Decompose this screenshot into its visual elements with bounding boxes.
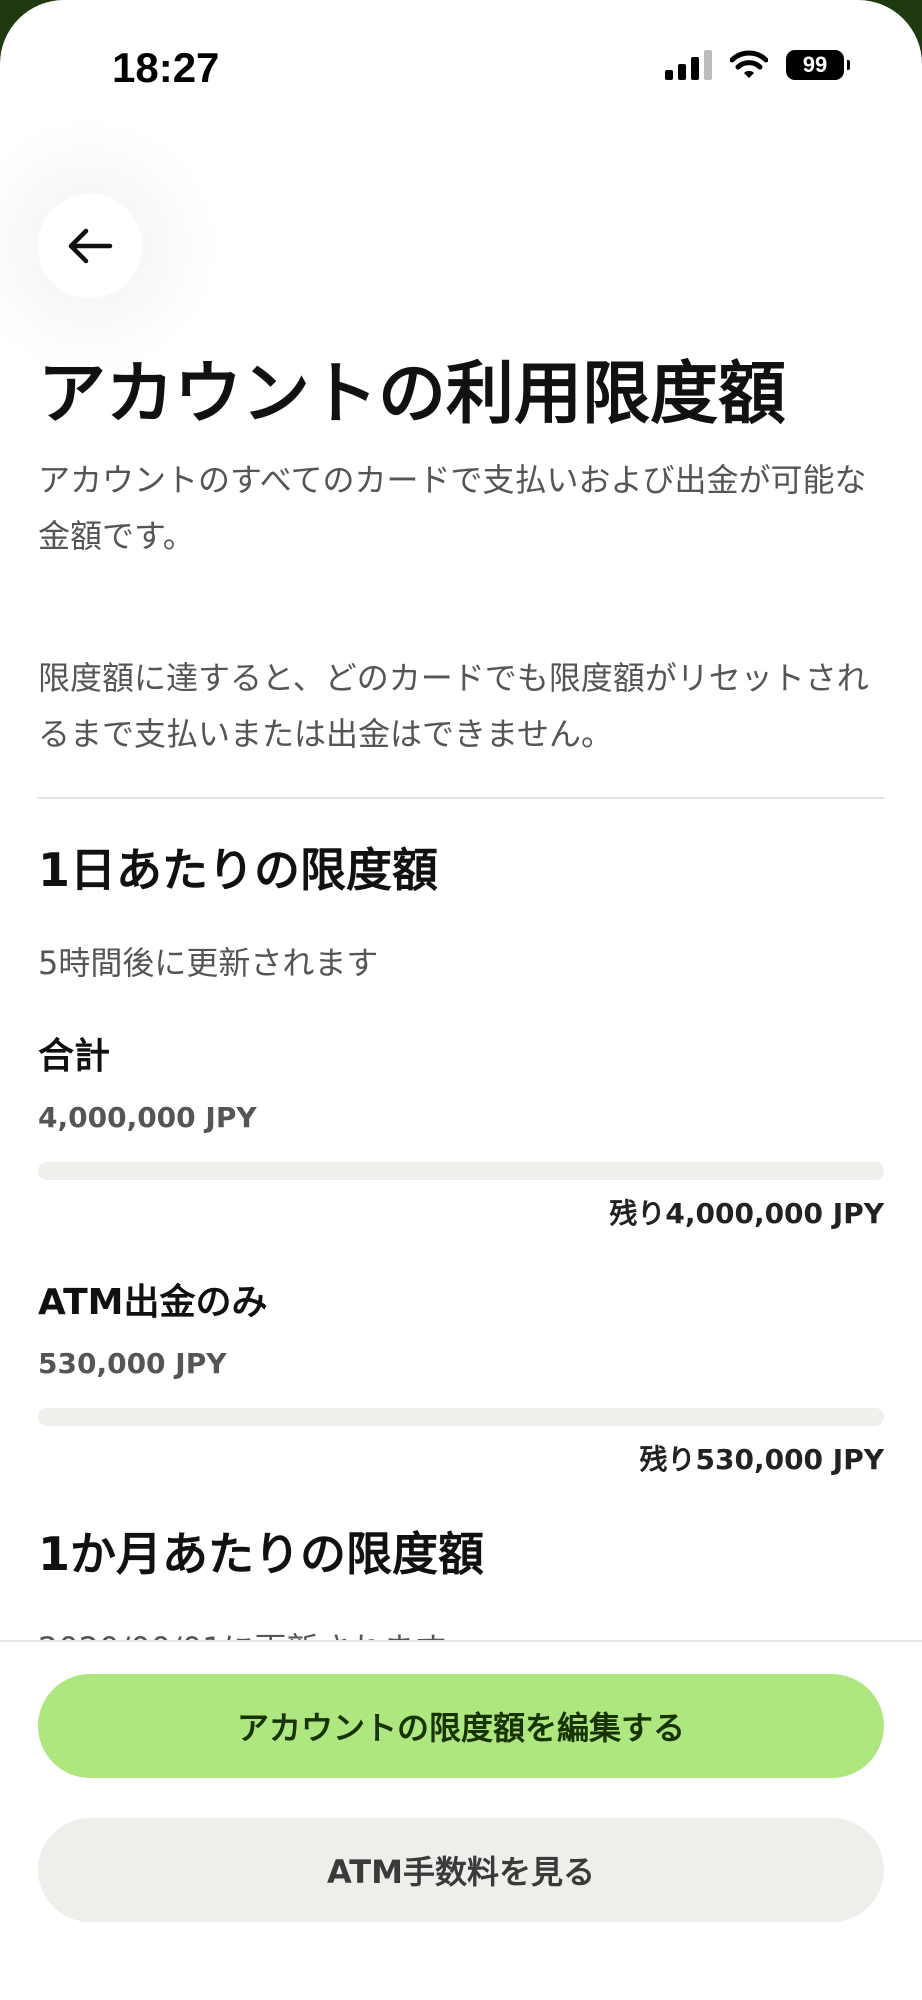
edit-account-limits-button[interactable]: アカウントの限度額を編集する [38,1674,884,1778]
wifi-icon [730,50,768,78]
daily-refresh-text: 5時間後に更新されます [38,944,379,982]
status-time: 18:27 [112,44,220,91]
daily-limit-title: 1日あたりの限度額 [38,843,439,897]
section-divider [38,797,884,799]
app-screen: 18:27 99 アカウントの利用限度額 アカウントのすべてのカードで支払いおよ… [0,0,922,2000]
total-limit-remaining: 残り4,000,000 JPY [609,1197,884,1230]
limit-reset-note: 限度額に達すると、どのカードでも限度額がリセットされるまで支払いまたは出金はでき… [38,659,869,753]
atm-limit-label: ATM出金のみ [38,1282,268,1323]
atm-limit-progress [38,1408,884,1426]
cellular-signal-icon [665,50,712,80]
view-atm-fees-button[interactable]: ATM手数料を見る [38,1818,884,1922]
total-limit-progress [38,1162,884,1180]
battery-indicator: 99 [786,50,850,80]
page-subtitle: アカウントのすべてのカードで支払いおよび出金が可能な金額です。 [38,461,867,555]
back-button[interactable] [38,194,142,298]
bottom-action-panel: アカウントの限度額を編集する ATM手数料を見る [0,1640,922,2000]
atm-limit-remaining: 残り530,000 JPY [639,1443,885,1476]
page-title: アカウントの利用限度額 [38,355,787,434]
arrow-left-icon [68,228,113,264]
total-limit-amount: 4,000,000 JPY [38,1101,257,1134]
atm-limit-amount: 530,000 JPY [38,1347,227,1380]
status-icons: 99 [665,50,850,80]
total-limit-label: 合計 [38,1036,111,1077]
monthly-limit-title: 1か月あたりの限度額 [38,1527,485,1581]
